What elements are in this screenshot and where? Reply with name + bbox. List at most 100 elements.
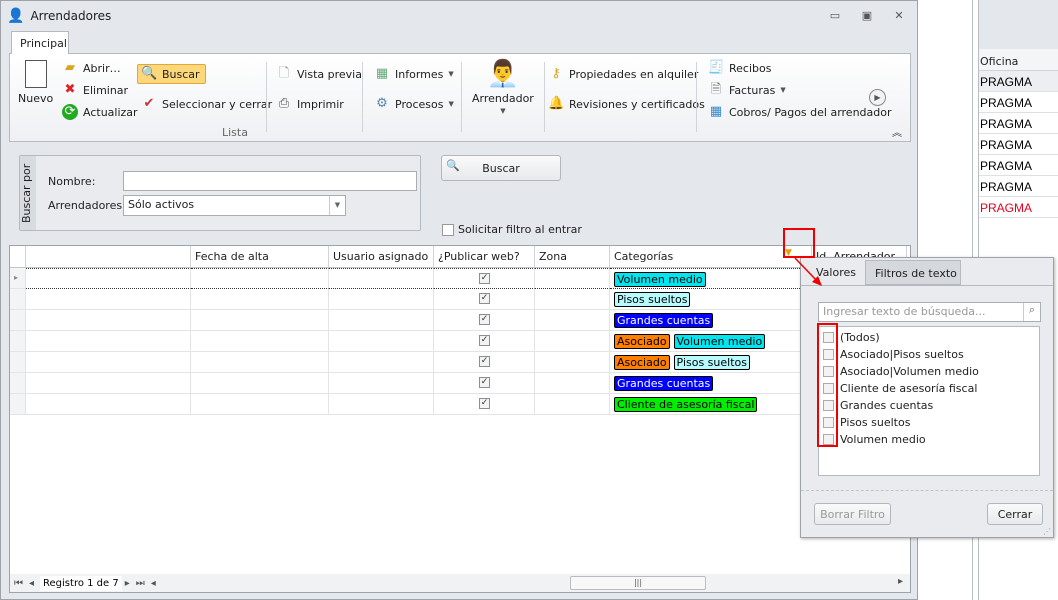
publicar-web-checkbox[interactable]: ✓ (479, 293, 490, 304)
table-cell[interactable] (535, 352, 610, 373)
column-header[interactable]: Usuario asignado (329, 246, 434, 268)
table-cell[interactable] (191, 352, 329, 373)
buscar-button[interactable]: 🔍 Buscar (441, 155, 561, 181)
table-cell[interactable] (535, 373, 610, 394)
table-cell[interactable] (26, 268, 191, 289)
publicar-web-checkbox[interactable]: ✓ (479, 377, 490, 388)
filter-search-input[interactable]: Ingresar texto de búsqueda... ⌕ (818, 302, 1041, 322)
ribbon-scroll-right-button[interactable]: ▶ (869, 89, 886, 106)
maximize-button[interactable]: ▣ (859, 9, 875, 23)
nuevo-button[interactable]: Nuevo (18, 60, 53, 105)
column-header[interactable] (10, 246, 26, 268)
search-icon[interactable]: ⌕ (1023, 303, 1040, 321)
oficina-cell[interactable]: PRAGMA (979, 113, 1058, 134)
table-cell[interactable] (329, 352, 434, 373)
table-cell[interactable]: ✓ (434, 394, 535, 415)
scroll-left-button[interactable]: ◂ (151, 578, 156, 589)
publicar-web-checkbox[interactable]: ✓ (479, 398, 490, 409)
filter-value-item[interactable]: Volumen medio (823, 431, 926, 448)
actualizar-button[interactable]: ⟳ Actualizar (62, 104, 138, 120)
publicar-web-checkbox[interactable]: ✓ (479, 314, 490, 325)
table-cell[interactable] (329, 373, 434, 394)
close-button[interactable]: ✕ (891, 9, 907, 23)
solicitar-filtro-checkbox[interactable]: Solicitar filtro al entrar (442, 223, 582, 236)
table-cell[interactable] (191, 289, 329, 310)
first-record-button[interactable]: ⏮ (14, 578, 23, 589)
table-cell[interactable] (535, 268, 610, 289)
oficina-cell[interactable]: PRAGMA (979, 71, 1058, 92)
facturas-dropdown[interactable]: 🗎 Facturas ▼ (708, 82, 786, 98)
table-cell[interactable]: ✓ (434, 331, 535, 352)
informes-dropdown[interactable]: ▦ Informes ▼ (374, 66, 454, 82)
table-cell[interactable] (191, 373, 329, 394)
table-cell[interactable]: Asociado Pisos sueltos (610, 352, 812, 373)
horizontal-scrollbar-thumb[interactable]: ||| (570, 576, 706, 590)
minimize-button[interactable]: ▭ (827, 9, 843, 23)
table-cell[interactable]: ✓ (434, 352, 535, 373)
abrir-button[interactable]: ▰ Abrir… (62, 60, 121, 76)
row-indicator[interactable] (10, 331, 26, 352)
table-cell[interactable] (329, 310, 434, 331)
table-cell[interactable] (329, 394, 434, 415)
cobros-pagos-button[interactable]: ▦ Cobros/ Pagos del arrendador (708, 104, 892, 120)
table-cell[interactable] (26, 310, 191, 331)
table-cell[interactable] (26, 394, 191, 415)
tab-principal[interactable]: Principal (11, 31, 69, 54)
column-header-oficina[interactable]: Oficina (979, 49, 1058, 71)
prev-record-button[interactable]: ◂ (29, 578, 34, 589)
table-cell[interactable]: ✓ (434, 289, 535, 310)
oficina-cell[interactable]: PRAGMA (979, 176, 1058, 197)
column-header[interactable] (26, 246, 191, 268)
table-cell[interactable] (329, 331, 434, 352)
column-header[interactable]: Fecha de alta (191, 246, 329, 268)
arrendadores-select[interactable]: Sólo activos ▼ (123, 195, 346, 216)
last-record-button[interactable]: ⏭ (136, 578, 145, 589)
table-cell[interactable] (535, 310, 610, 331)
oficina-cell[interactable]: PRAGMA (979, 155, 1058, 176)
table-cell[interactable] (26, 331, 191, 352)
oficina-cell[interactable]: PRAGMA (979, 134, 1058, 155)
table-cell[interactable] (26, 289, 191, 310)
row-indicator[interactable]: ▸ (10, 268, 26, 289)
table-cell[interactable] (535, 289, 610, 310)
filter-value-item[interactable]: Asociado|Pisos sueltos (823, 346, 964, 363)
filter-value-item[interactable]: Grandes cuentas (823, 397, 933, 414)
column-header[interactable]: ¿Publicar web? (434, 246, 535, 268)
buscar-ribbon-button[interactable]: 🔍 Buscar (137, 64, 206, 84)
table-cell[interactable] (191, 310, 329, 331)
tab-filtros-texto[interactable]: Filtros de texto (865, 260, 961, 285)
table-cell[interactable]: ✓ (434, 268, 535, 289)
table-cell[interactable]: Volumen medio (610, 268, 812, 289)
table-cell[interactable]: Pisos sueltos (610, 289, 812, 310)
oficina-cell[interactable]: PRAGMA (979, 92, 1058, 113)
imprimir-button[interactable]: ⎙ Imprimir (276, 96, 344, 112)
borrar-filtro-button[interactable]: Borrar Filtro (814, 503, 891, 525)
table-cell[interactable]: ✓ (434, 310, 535, 331)
cerrar-button[interactable]: Cerrar (987, 503, 1043, 525)
table-cell[interactable] (26, 373, 191, 394)
table-cell[interactable]: Grandes cuentas (610, 373, 812, 394)
table-cell[interactable] (329, 268, 434, 289)
vista-previa-button[interactable]: 🗋 Vista previa (276, 66, 362, 82)
table-cell[interactable] (535, 331, 610, 352)
table-cell[interactable] (191, 268, 329, 289)
procesos-dropdown[interactable]: ⚙ Procesos ▼ (374, 96, 454, 112)
nombre-input[interactable] (123, 171, 417, 191)
row-indicator[interactable] (10, 373, 26, 394)
row-indicator[interactable] (10, 394, 26, 415)
publicar-web-checkbox[interactable]: ✓ (479, 356, 490, 367)
oficina-cell[interactable]: PRAGMA (979, 197, 1058, 218)
revisiones-button[interactable]: 🔔 Revisiones y certificados (548, 96, 705, 112)
table-cell[interactable]: ✓ (434, 373, 535, 394)
filter-value-item[interactable]: Asociado|Volumen medio (823, 363, 979, 380)
table-cell[interactable]: Cliente de asesoría fiscal (610, 394, 812, 415)
publicar-web-checkbox[interactable]: ✓ (479, 335, 490, 346)
filter-value-item[interactable]: Cliente de asesoría fiscal (823, 380, 977, 397)
column-header[interactable]: Zona (535, 246, 610, 268)
row-indicator[interactable] (10, 352, 26, 373)
eliminar-button[interactable]: ✖ Eliminar (62, 82, 129, 98)
next-record-button[interactable]: ▸ (125, 578, 130, 589)
table-cell[interactable]: Grandes cuentas (610, 310, 812, 331)
row-indicator[interactable] (10, 289, 26, 310)
arrendador-dropdown[interactable]: 👨‍💼 Arrendador ▼ (472, 58, 534, 115)
